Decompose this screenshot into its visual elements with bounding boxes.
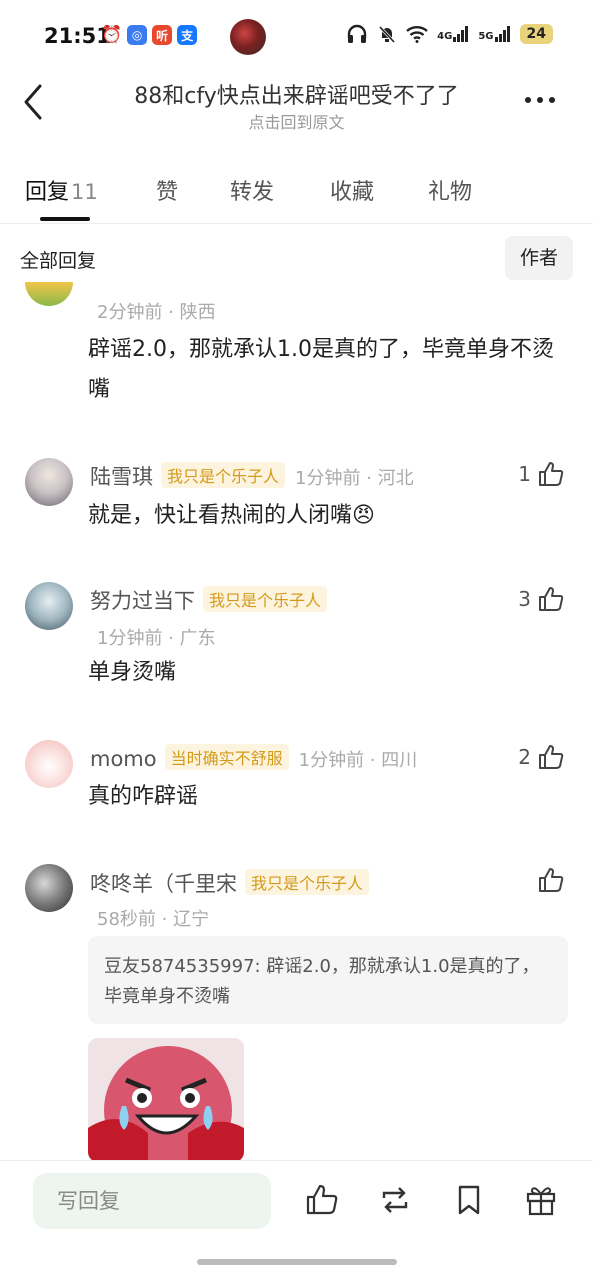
all-replies-label[interactable]: 全部回复 [20,246,96,273]
thumbs-up-icon[interactable] [305,1183,339,1217]
bottom-action-bar: 写回复 [0,1160,593,1280]
commenter-name[interactable]: 咚咚羊（千里宋 [90,872,237,896]
signal-5g: 5G [478,26,510,42]
more-options-icon[interactable] [525,90,559,110]
tab-gifts[interactable]: 礼物 [428,174,472,206]
user-badge: 我只是个乐子人 [161,462,286,488]
signal-bars-icon [494,26,510,42]
sticker-image[interactable] [88,1038,244,1162]
thumbs-up-icon [539,745,564,769]
comment-meta: 58秒前 · 辽宁 [97,909,210,930]
like-count: 1 [518,462,531,486]
tab-bar: 回复11 赞 转发 收藏 礼物 [0,166,593,224]
avatar[interactable] [25,864,73,912]
tab-reposts[interactable]: 转发 [230,174,274,206]
page-title[interactable]: 88和cfy快点出来辟谣吧受不了了 [0,78,593,110]
write-reply-input[interactable]: 写回复 [33,1173,271,1229]
repost-icon[interactable] [378,1183,412,1217]
comment-text-row: 就是，快让看热闹的人闭嘴😠 [88,496,568,536]
bookmark-icon[interactable] [452,1183,486,1217]
comment-text: 真的咋辟谣 [88,784,199,809]
like-button[interactable] [537,866,565,894]
status-right-icons: 4G 5G 24 [346,24,553,44]
thumbs-up-icon [539,462,564,486]
thumbs-up-icon [539,587,564,611]
comment-meta: 2分钟前 · 陕西 [97,302,216,323]
gift-icon[interactable] [524,1183,558,1217]
tab-replies[interactable]: 回复11 [25,174,98,206]
commenter-name[interactable]: 陆雪琪 [90,465,153,489]
back-to-original-link[interactable]: 点击回到原文 [0,109,593,133]
alarm-icon: ⏰ [101,25,123,45]
avatar[interactable] [25,740,73,788]
angry-emoji-icon: 😠 [352,503,375,528]
quoted-reply[interactable]: 豆友5874535997: 辟谣2.0，那就承认1.0是真的了，毕竟单身不烫嘴 [88,936,568,1024]
user-badge: 我只是个乐子人 [203,586,328,612]
headphones-icon [347,24,367,43]
tab-favorites[interactable]: 收藏 [330,174,374,206]
ting-app-icon: 听 [152,25,173,45]
like-count: 3 [518,587,531,611]
floating-avatar[interactable] [230,19,266,55]
status-bar: 21:51 ⏰ ◎ 听 支 4G 5G 24 [0,0,593,72]
like-button[interactable]: 2 [518,743,565,771]
comment-meta: 1分钟前 · 河北 [295,468,414,489]
avatar[interactable] [25,282,73,306]
mute-bell-icon [379,25,396,44]
avatar[interactable] [25,582,73,630]
user-badge: 当时确实不舒服 [164,744,289,770]
comment-meta: 1分钟前 · 四川 [298,750,418,771]
author-only-button[interactable]: 作者 [505,236,573,280]
avatar[interactable] [25,458,73,506]
comment-meta: 1分钟前 · 广东 [97,628,216,649]
like-button[interactable]: 3 [518,585,565,613]
signal-4g: 4G [437,26,469,42]
notification-icons: ⏰ ◎ 听 支 [101,25,198,45]
reply-count: 11 [71,180,98,204]
filter-bar: 全部回复 作者 [0,236,593,280]
app-blue-icon: ◎ [127,25,148,45]
title-bar: 88和cfy快点出来辟谣吧受不了了 点击回到原文 [0,72,593,134]
commenter-name[interactable]: 努力过当下 [90,589,195,613]
like-button[interactable]: 1 [518,460,565,488]
comment-text: 就是，快让看热闹的人闭嘴 [88,503,353,528]
comment-text: 单身烫嘴 [88,660,177,685]
signal-bars-icon [453,26,469,42]
thumbs-up-icon [539,868,564,892]
comment-text: 辟谣2.0，那就承认1.0是真的了，毕竟单身不烫嘴 [88,337,554,402]
alipay-icon: 支 [177,25,198,45]
user-badge: 我只是个乐子人 [245,869,370,895]
battery-indicator: 24 [519,24,553,44]
wifi-icon [406,26,428,43]
laughing-crying-sticker-icon [88,1038,244,1162]
commenter-name[interactable]: momo [90,747,157,771]
like-count: 2 [518,745,531,769]
home-indicator [197,1259,397,1265]
active-tab-indicator [40,217,90,221]
tab-likes[interactable]: 赞 [156,174,178,206]
